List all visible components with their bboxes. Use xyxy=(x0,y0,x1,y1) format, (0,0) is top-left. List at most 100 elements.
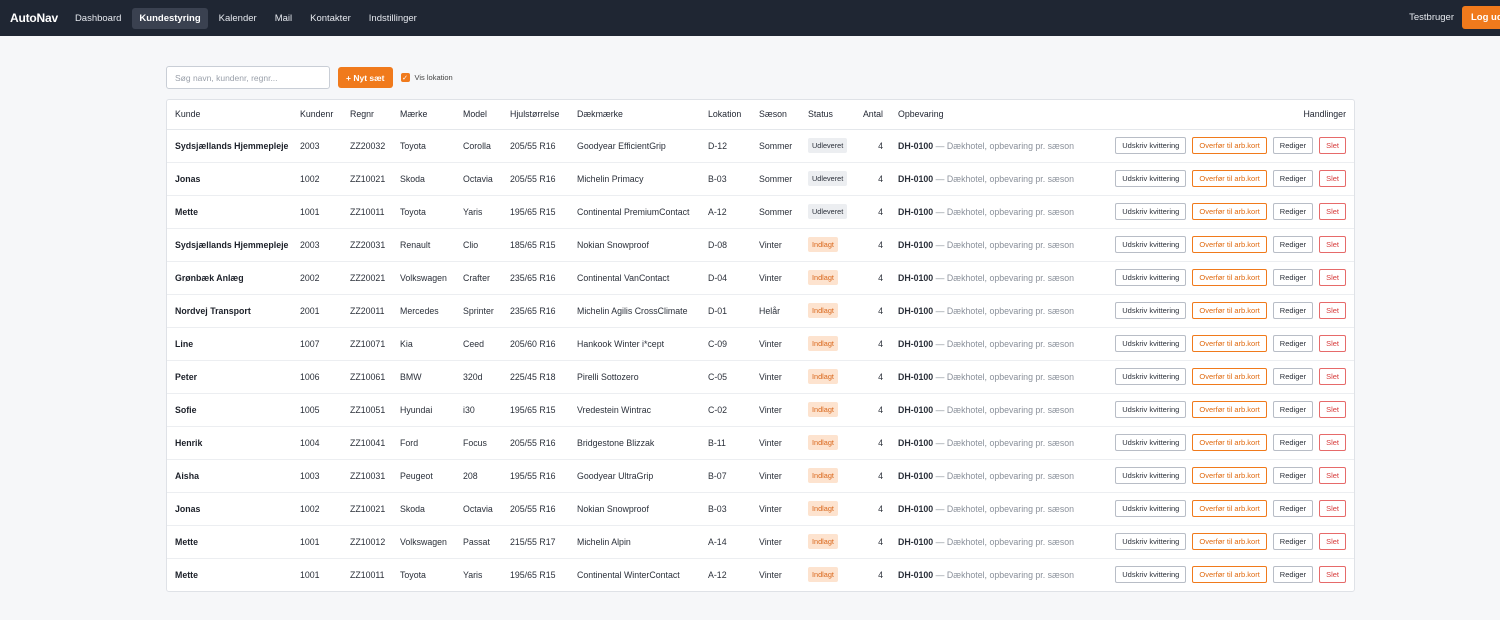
nav-dashboard[interactable]: Dashboard xyxy=(68,8,128,29)
logout-button[interactable]: Log ud xyxy=(1462,6,1500,29)
cell-handlinger: Udskriv kvittering Overfør til arb.kort Re… xyxy=(1080,492,1354,526)
edit-button[interactable]: Rediger xyxy=(1272,500,1314,517)
col-header-maerke[interactable]: Mærke xyxy=(392,100,455,130)
row-actions: Udskriv kvittering Overfør til arb.kort Re… xyxy=(1088,335,1354,352)
edit-button[interactable]: Rediger xyxy=(1272,401,1314,418)
transfer-to-workcard-button[interactable]: Overfør til arb.kort xyxy=(1192,236,1267,253)
col-header-hjulstoerrelse[interactable]: Hjulstørrelse xyxy=(502,100,569,130)
print-receipt-button[interactable]: Udskriv kvittering xyxy=(1115,170,1187,187)
delete-button[interactable]: Slet xyxy=(1319,467,1346,484)
cell-antal: 4 xyxy=(859,459,890,493)
print-receipt-button[interactable]: Udskriv kvittering xyxy=(1115,533,1187,550)
transfer-to-workcard-button[interactable]: Overfør til arb.kort xyxy=(1192,566,1267,584)
print-receipt-button[interactable]: Udskriv kvittering xyxy=(1115,434,1187,451)
edit-button[interactable]: Rediger xyxy=(1272,566,1314,584)
print-receipt-button[interactable]: Udskriv kvittering xyxy=(1115,500,1187,517)
edit-button[interactable]: Rediger xyxy=(1272,467,1314,484)
cell-regnr: ZZ10012 xyxy=(342,525,392,559)
cell-lokation: A-14 xyxy=(700,525,751,559)
col-header-antal[interactable]: Antal xyxy=(859,100,890,130)
transfer-to-workcard-button[interactable]: Overfør til arb.kort xyxy=(1192,137,1267,154)
col-header-opbevaring[interactable]: Opbevaring xyxy=(890,100,1080,130)
show-location-label: Vis lokation xyxy=(414,73,453,82)
storage-description: — Dækhotel, opbevaring pr. sæson xyxy=(933,371,1075,382)
edit-button[interactable]: Rediger xyxy=(1272,302,1314,319)
print-receipt-button[interactable]: Udskriv kvittering xyxy=(1115,566,1187,584)
storage-description: — Dækhotel, opbevaring pr. sæson xyxy=(933,503,1075,514)
cell-hjulstoerrelse: 195/65 R15 xyxy=(510,569,556,580)
edit-button[interactable]: Rediger xyxy=(1272,137,1314,154)
show-location-toggle[interactable]: ✓ Vis lokation xyxy=(400,73,453,82)
search-input[interactable] xyxy=(166,66,330,89)
transfer-to-workcard-button[interactable]: Overfør til arb.kort xyxy=(1192,302,1267,319)
row-actions: Udskriv kvittering Overfør til arb.kort Re… xyxy=(1088,533,1354,550)
edit-button[interactable]: Rediger xyxy=(1272,434,1314,451)
edit-button[interactable]: Rediger xyxy=(1272,335,1314,352)
edit-button[interactable]: Rediger xyxy=(1272,236,1314,253)
delete-button[interactable]: Slet xyxy=(1319,203,1346,220)
nav-kundestyring[interactable]: Kundestyring xyxy=(132,7,208,29)
delete-button[interactable]: Slet xyxy=(1319,170,1346,187)
new-set-button[interactable]: + Nyt sæt xyxy=(338,67,393,88)
transfer-to-workcard-button[interactable]: Overfør til arb.kort xyxy=(1192,500,1267,517)
col-header-saeson[interactable]: Sæson xyxy=(751,100,800,130)
nav-mail[interactable]: Mail xyxy=(268,8,299,29)
transfer-to-workcard-button[interactable]: Overfør til arb.kort xyxy=(1192,533,1267,550)
transfer-to-workcard-button[interactable]: Overfør til arb.kort xyxy=(1192,170,1267,187)
transfer-to-workcard-button[interactable]: Overfør til arb.kort xyxy=(1192,434,1267,451)
cell-hjulstoerrelse: 205/55 R16 xyxy=(502,492,569,526)
col-header-kunde[interactable]: Kunde xyxy=(167,100,292,130)
print-receipt-button[interactable]: Udskriv kvittering xyxy=(1115,368,1187,385)
transfer-to-workcard-button[interactable]: Overfør til arb.kort xyxy=(1192,203,1267,220)
delete-button[interactable]: Slet xyxy=(1319,401,1346,418)
cell-kunde: Mette xyxy=(175,569,198,580)
transfer-to-workcard-button[interactable]: Overfør til arb.kort xyxy=(1192,368,1267,385)
cell-daekmaerke: Nokian Snowproof xyxy=(569,228,700,262)
col-header-daekmaerke[interactable]: Dækmærke xyxy=(569,100,700,130)
print-receipt-button[interactable]: Udskriv kvittering xyxy=(1115,335,1187,352)
table-row: Nordvej Transport 2001 ZZ20011 Mercedes Spri… xyxy=(167,294,1354,328)
print-receipt-button[interactable]: Udskriv kvittering xyxy=(1115,236,1187,253)
transfer-to-workcard-button[interactable]: Overfør til arb.kort xyxy=(1192,401,1267,418)
col-header-model[interactable]: Model xyxy=(455,100,502,130)
print-receipt-button[interactable]: Udskriv kvittering xyxy=(1115,467,1187,484)
nav-kontakter[interactable]: Kontakter xyxy=(303,8,358,29)
transfer-to-workcard-button[interactable]: Overfør til arb.kort xyxy=(1192,269,1267,286)
checkbox-checked-icon[interactable]: ✓ xyxy=(400,73,410,82)
col-header-lokation[interactable]: Lokation xyxy=(700,100,751,130)
delete-button[interactable]: Slet xyxy=(1319,368,1346,385)
print-receipt-button[interactable]: Udskriv kvittering xyxy=(1115,203,1187,220)
delete-button[interactable]: Slet xyxy=(1319,500,1346,517)
cell-kunde: Mette xyxy=(167,525,292,559)
delete-button[interactable]: Slet xyxy=(1319,566,1346,584)
edit-button[interactable]: Rediger xyxy=(1272,269,1314,286)
nav-kalender[interactable]: Kalender xyxy=(212,8,264,29)
cell-hjulstoerrelse: 205/55 R16 xyxy=(502,426,569,460)
delete-button[interactable]: Slet xyxy=(1319,302,1346,319)
app-logo[interactable]: AutoNav xyxy=(10,11,58,25)
delete-button[interactable]: Slet xyxy=(1319,335,1346,352)
edit-button[interactable]: Rediger xyxy=(1272,368,1314,385)
delete-button[interactable]: Slet xyxy=(1319,533,1346,550)
transfer-to-workcard-button[interactable]: Overfør til arb.kort xyxy=(1192,335,1267,352)
delete-button[interactable]: Slet xyxy=(1319,137,1346,154)
table-header-row: Kunde Kundenr Regnr Mærke Model Hjulstør… xyxy=(167,100,1354,130)
print-receipt-button[interactable]: Udskriv kvittering xyxy=(1115,401,1187,418)
edit-button[interactable]: Rediger xyxy=(1272,533,1314,550)
cell-kunde: Henrik xyxy=(167,426,292,460)
print-receipt-button[interactable]: Udskriv kvittering xyxy=(1115,137,1187,154)
col-header-kundenr[interactable]: Kundenr xyxy=(292,100,342,130)
col-header-regnr[interactable]: Regnr xyxy=(342,100,392,130)
print-receipt-button[interactable]: Udskriv kvittering xyxy=(1115,269,1187,286)
delete-button[interactable]: Slet xyxy=(1319,434,1346,451)
delete-button[interactable]: Slet xyxy=(1319,269,1346,286)
print-receipt-button[interactable]: Udskriv kvittering xyxy=(1115,302,1187,319)
edit-button[interactable]: Rediger xyxy=(1272,203,1314,220)
edit-button[interactable]: Rediger xyxy=(1272,170,1314,187)
cell-kundenr: 1003 xyxy=(292,459,342,493)
col-header-status[interactable]: Status xyxy=(800,100,859,130)
nav-indstillinger[interactable]: Indstillinger xyxy=(362,8,424,29)
transfer-to-workcard-button[interactable]: Overfør til arb.kort xyxy=(1192,467,1267,484)
cell-model: Sprinter xyxy=(455,294,502,328)
delete-button[interactable]: Slet xyxy=(1319,236,1346,253)
